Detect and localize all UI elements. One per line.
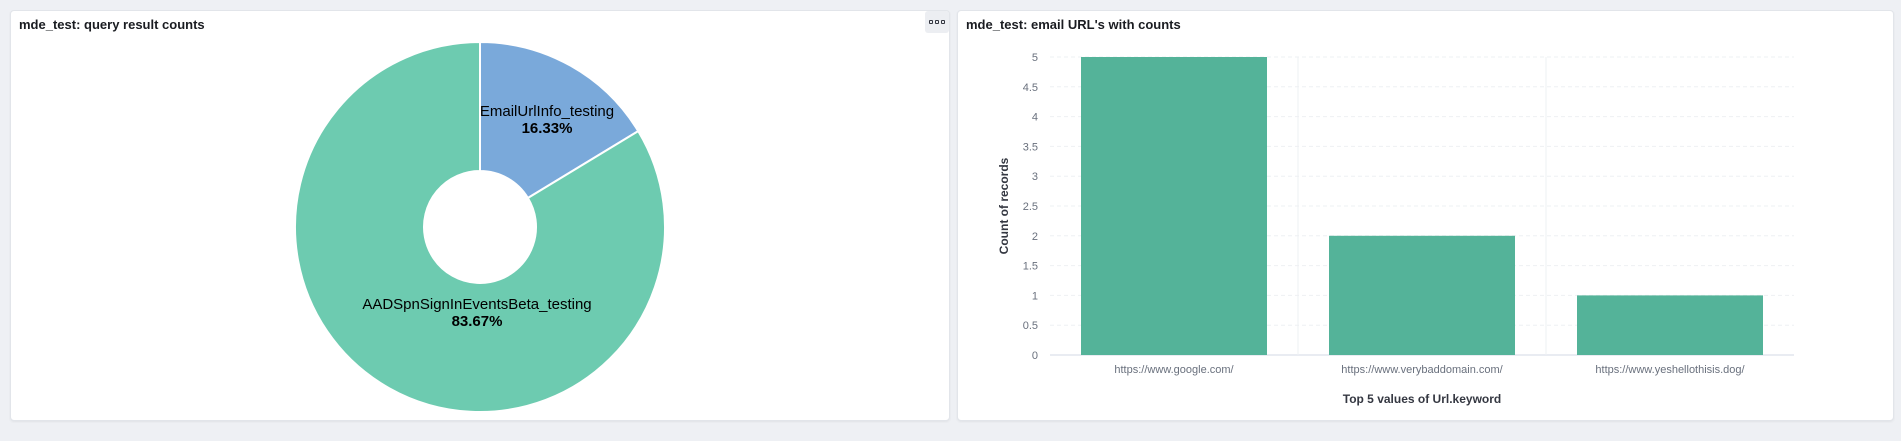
y-tick-label: 0: [1032, 350, 1038, 362]
y-tick-label: 0.5: [1023, 320, 1038, 332]
y-axis-title: Count of records: [997, 157, 1011, 254]
email-urls-panel: mde_test: email URL's with counts 0 0.5 1 1…: [957, 10, 1894, 421]
bar[interactable]: [1577, 295, 1763, 355]
slice-label: EmailUrlInfo_testing: [480, 103, 614, 120]
x-tick-label: https://www.verybaddomain.com/: [1341, 364, 1503, 376]
x-tick-label: https://www.google.com/: [1114, 364, 1234, 376]
y-tick-label: 2.5: [1023, 201, 1038, 213]
y-tick-label: 4.5: [1023, 82, 1038, 94]
slice-percent-label: 83.67%: [452, 313, 503, 330]
y-tick-label: 1: [1032, 290, 1038, 302]
y-tick-label: 4: [1032, 112, 1038, 124]
x-axis-title: Top 5 values of Url.keyword: [1343, 392, 1501, 406]
x-tick-label: https://www.yeshellothisis.dog/: [1595, 364, 1745, 376]
y-tick-label: 3.5: [1023, 141, 1038, 153]
y-tick-label: 3: [1032, 171, 1038, 183]
y-tick-label: 5: [1032, 52, 1038, 64]
donut-chart: EmailUrlInfo_testing16.33% AADSpnSignInEv…: [294, 40, 666, 413]
y-tick-label: 1.5: [1023, 261, 1038, 273]
slice-percent-label: 16.33%: [522, 120, 573, 137]
bar[interactable]: [1329, 235, 1515, 355]
bar[interactable]: [1081, 57, 1267, 355]
bar-chart: 0 0.5 1 1.5 2 2.5 3 3.5 4 4.5 5 https://www.google.…: [997, 52, 1794, 406]
slice-label: AADSpnSignInEventsBeta_testing: [362, 296, 591, 313]
y-tick-label: 2: [1032, 231, 1038, 243]
query-result-counts-panel: mde_test: query result counts EmailUrlIn…: [10, 10, 950, 421]
